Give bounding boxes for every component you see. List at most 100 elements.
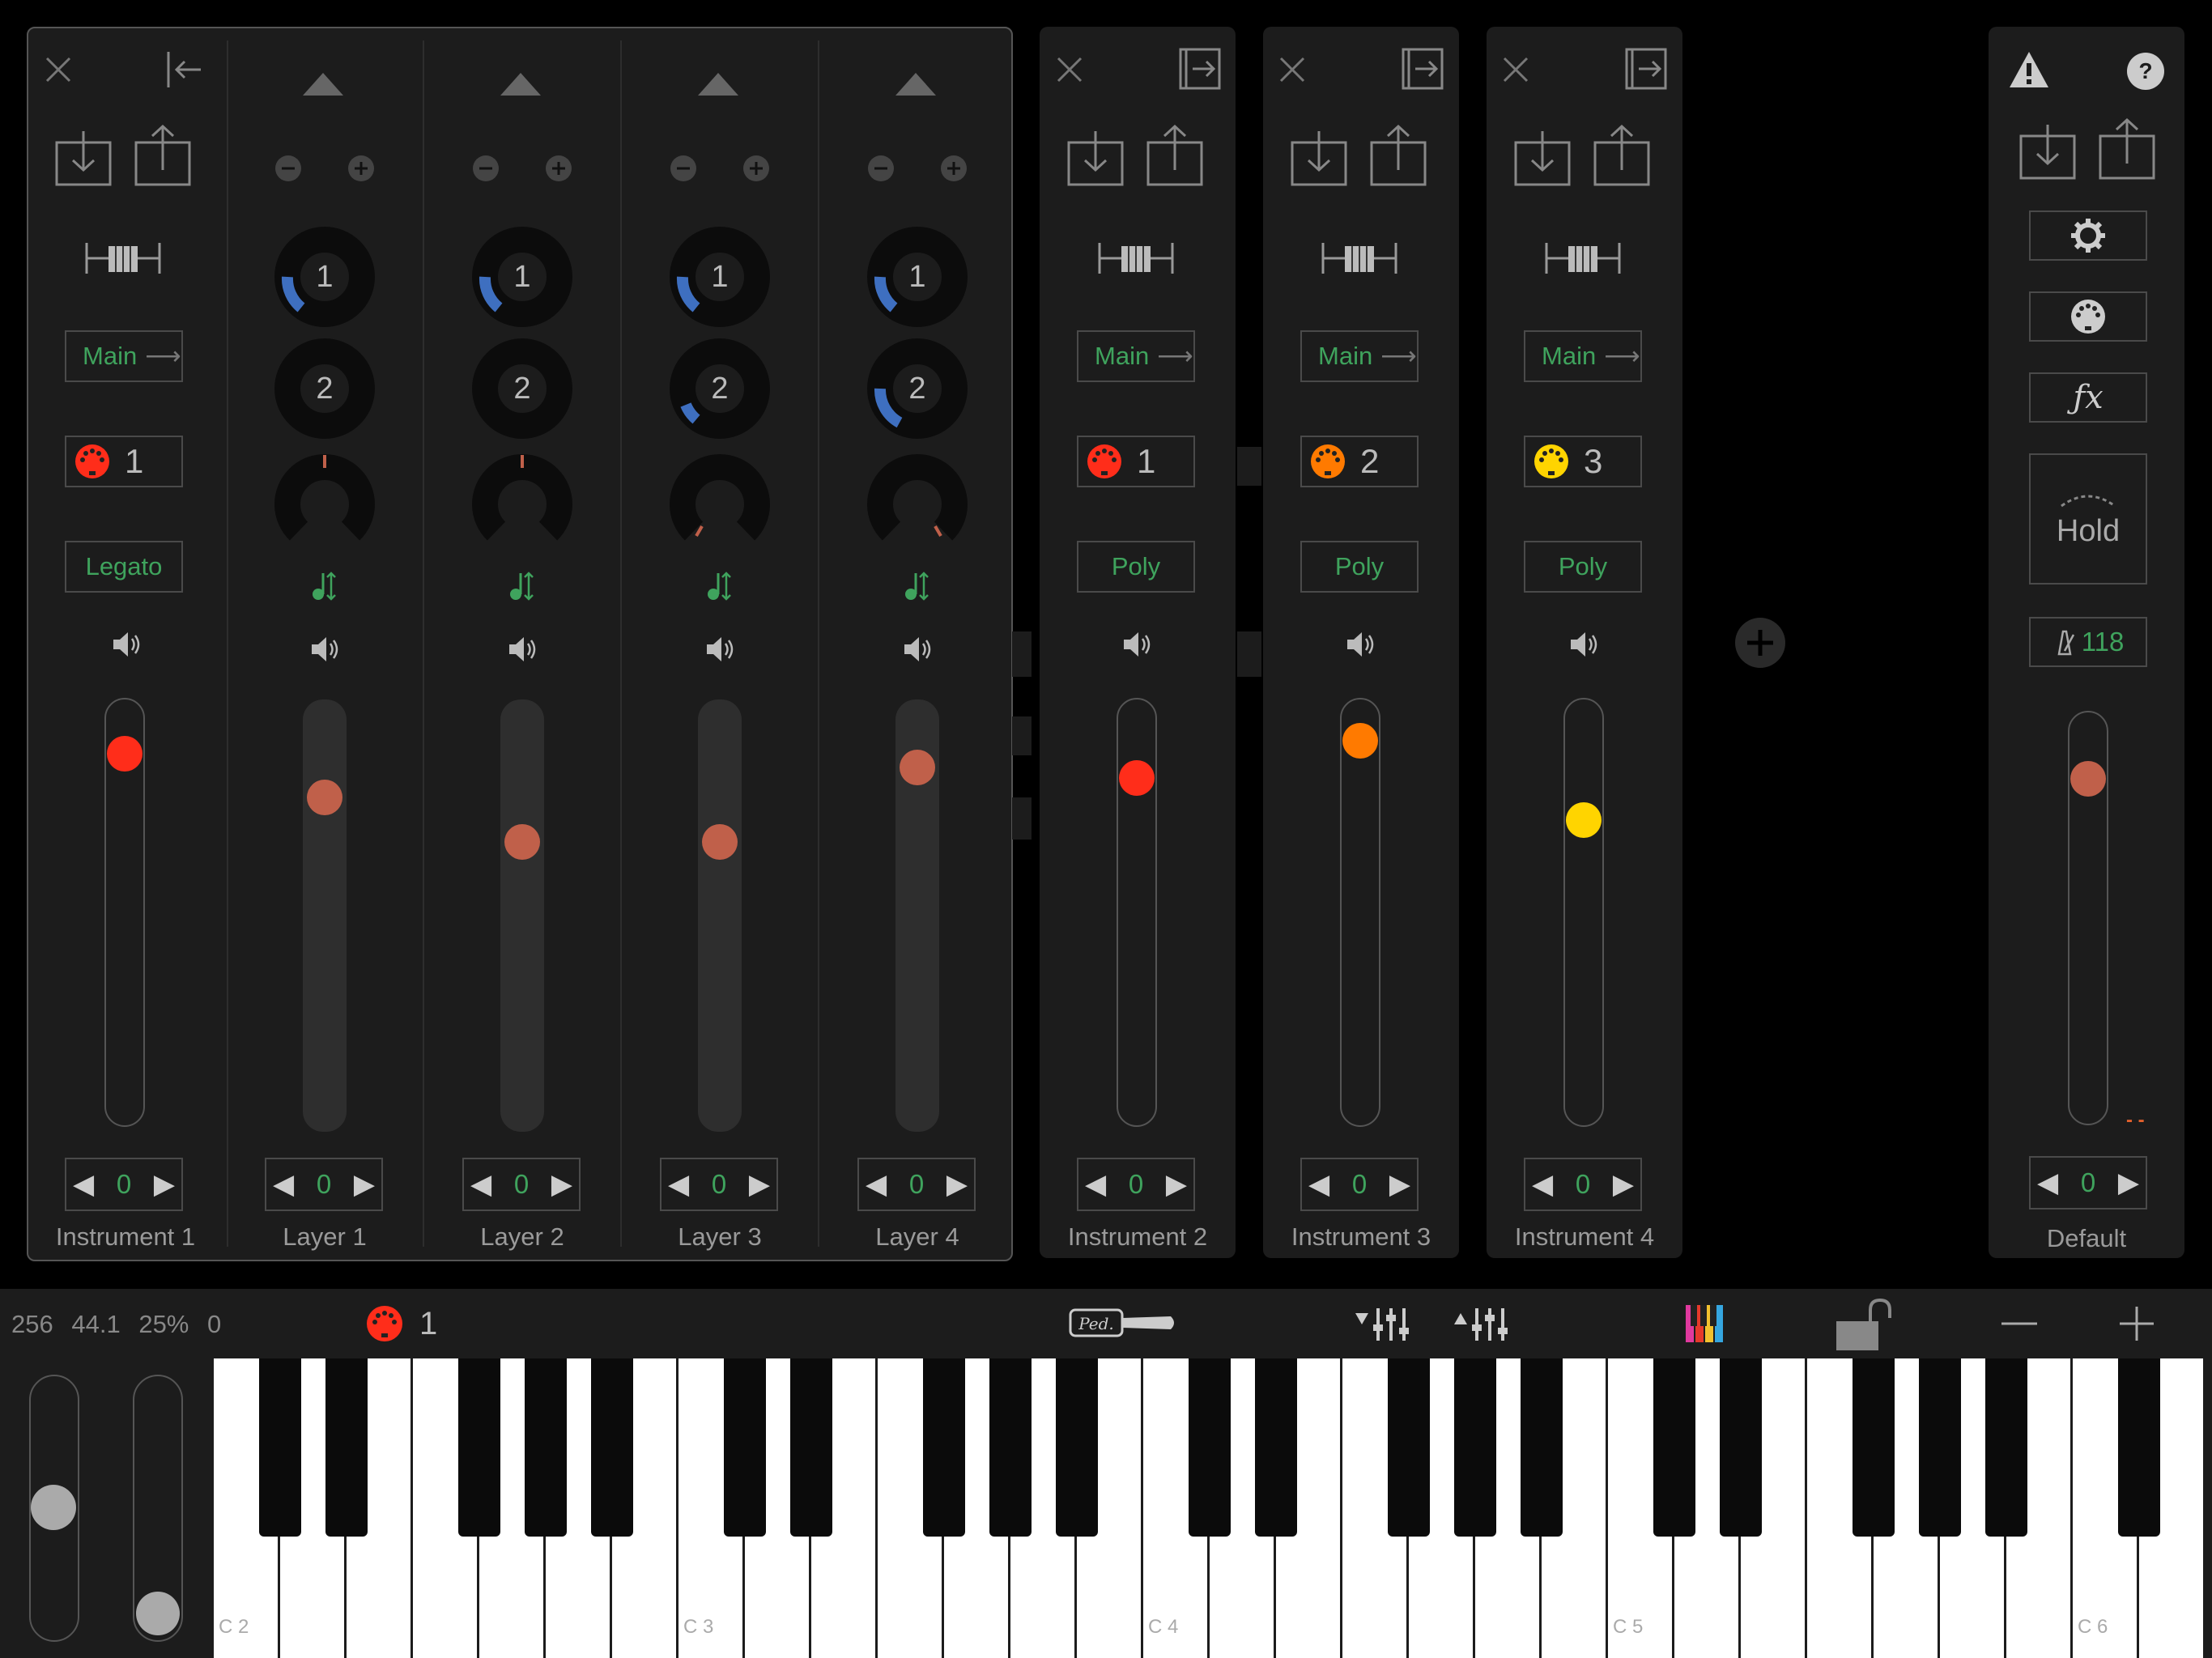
increment-arrow-icon[interactable]: ▶ [1166,1168,1187,1201]
octave-up-icon[interactable] [2116,1303,2157,1344]
volume-slider-thumb[interactable] [1342,723,1378,759]
transpose-stepper[interactable]: ◀ 0 ▶ [1077,1158,1195,1211]
close-icon[interactable] [44,55,73,84]
volume-slider-track[interactable] [1563,698,1604,1127]
black-key[interactable] [1720,1358,1762,1537]
import-icon[interactable] [1291,130,1349,188]
speaker-icon[interactable] [506,633,538,665]
midi-settings-button[interactable] [2029,291,2147,342]
black-key[interactable] [989,1358,1032,1537]
increment-arrow-icon[interactable]: ▶ [946,1168,968,1201]
play-mode-button[interactable]: Poly [1077,541,1195,593]
transpose-stepper[interactable]: ◀ 0 ▶ [1524,1158,1642,1211]
increment-arrow-icon[interactable]: ▶ [749,1168,770,1201]
volume-slider-thumb[interactable] [1119,760,1155,796]
black-key[interactable] [1454,1358,1496,1537]
plus-icon[interactable] [939,154,968,183]
settings-button[interactable] [2029,210,2147,261]
expand-right-icon[interactable] [1178,47,1222,91]
decrement-arrow-icon[interactable]: ◀ [866,1168,887,1201]
decrement-arrow-icon[interactable]: ◀ [1085,1168,1106,1201]
decrement-arrow-icon[interactable]: ◀ [1532,1168,1553,1201]
decrement-arrow-icon[interactable]: ◀ [470,1168,491,1201]
pitch-bend-thumb[interactable] [31,1485,76,1530]
layer-knob-2[interactable]: 2 [472,338,572,439]
plus-icon[interactable] [347,154,376,183]
increment-arrow-icon[interactable]: ▶ [2118,1167,2139,1199]
layer-knob-1[interactable]: 1 [472,227,572,327]
keyboard-midi-channel[interactable]: 1 [366,1305,437,1342]
black-key[interactable] [458,1358,500,1537]
export-icon[interactable] [2099,117,2157,181]
export-icon[interactable] [1370,123,1428,188]
import-icon[interactable] [2019,123,2078,181]
increment-arrow-icon[interactable]: ▶ [1613,1168,1634,1201]
layer-pan-knob[interactable] [274,450,375,551]
decrement-arrow-icon[interactable]: ◀ [668,1168,689,1201]
increment-arrow-icon[interactable]: ▶ [354,1168,375,1201]
output-routing-button[interactable]: Main ⟶ [1300,330,1419,382]
keyboard-colors-icon[interactable] [1684,1303,1728,1344]
transpose-stepper[interactable]: ◀ 0 ▶ [462,1158,581,1211]
speaker-icon[interactable] [1344,628,1376,661]
plus-icon[interactable] [544,154,573,183]
collapse-up-icon[interactable] [696,71,740,97]
output-routing-button[interactable]: Main ⟶ [1524,330,1642,382]
volume-slider-thumb[interactable] [1566,802,1602,838]
tempo-button[interactable]: 118 [2029,617,2147,667]
minus-icon[interactable] [866,154,895,183]
play-mode-button[interactable]: Poly [1300,541,1419,593]
collapse-up-icon[interactable] [301,71,345,97]
transpose-stepper[interactable]: ◀ 0 ▶ [65,1158,183,1211]
black-key[interactable] [724,1358,766,1537]
midi-channel-button[interactable]: 3 [1524,436,1642,487]
expand-right-icon[interactable] [1624,47,1668,91]
black-key[interactable] [923,1358,965,1537]
midi-channel-button[interactable]: 2 [1300,436,1419,487]
transpose-stepper[interactable]: ◀ 0 ▶ [1300,1158,1419,1211]
decrement-arrow-icon[interactable]: ◀ [273,1168,294,1201]
layer-knob-2[interactable]: 2 [274,338,375,439]
note-icon[interactable] [903,570,932,602]
minus-icon[interactable] [471,154,500,183]
layer-pan-knob[interactable] [472,450,572,551]
add-icon[interactable] [1734,617,1786,669]
mixer-expand-icon[interactable] [1453,1305,1514,1342]
import-icon[interactable] [55,130,113,188]
help-icon[interactable]: ? [2126,52,2165,91]
layer-knob-1[interactable]: 1 [274,227,375,327]
volume-slider-thumb[interactable] [307,780,342,815]
speaker-icon[interactable] [901,633,934,665]
collapse-up-icon[interactable] [894,71,938,97]
hold-button[interactable]: Hold [2029,453,2147,585]
increment-arrow-icon[interactable]: ▶ [1389,1168,1410,1201]
minus-icon[interactable] [669,154,698,183]
transpose-stepper[interactable]: ◀ 0 ▶ [660,1158,778,1211]
unlock-icon[interactable] [1835,1297,1896,1352]
play-mode-button[interactable]: Poly [1524,541,1642,593]
black-key[interactable] [591,1358,633,1537]
close-icon[interactable] [1278,55,1307,84]
layer-pan-knob[interactable] [670,450,770,551]
black-key[interactable] [1853,1358,1895,1537]
layer-knob-1[interactable]: 1 [867,227,968,327]
volume-slider-thumb[interactable] [900,750,935,785]
import-icon[interactable] [1067,130,1125,188]
speaker-icon[interactable] [704,633,736,665]
octave-down-icon[interactable] [1998,1310,2040,1337]
layer-knob-1[interactable]: 1 [670,227,770,327]
black-key[interactable] [1653,1358,1695,1537]
note-icon[interactable] [310,570,339,602]
play-mode-button[interactable]: Legato [65,541,183,593]
layer-pan-knob[interactable] [867,450,968,551]
black-key[interactable] [2118,1358,2160,1537]
volume-slider-thumb[interactable] [702,824,738,860]
speaker-icon[interactable] [308,633,341,665]
keyboard-range-icon[interactable] [1321,236,1398,280]
black-key[interactable] [259,1358,301,1537]
close-icon[interactable] [1055,55,1084,84]
export-icon[interactable] [1146,123,1205,188]
output-routing-button[interactable]: Main ⟶ [65,330,183,382]
modulation-thumb[interactable] [136,1592,180,1635]
note-icon[interactable] [508,570,537,602]
